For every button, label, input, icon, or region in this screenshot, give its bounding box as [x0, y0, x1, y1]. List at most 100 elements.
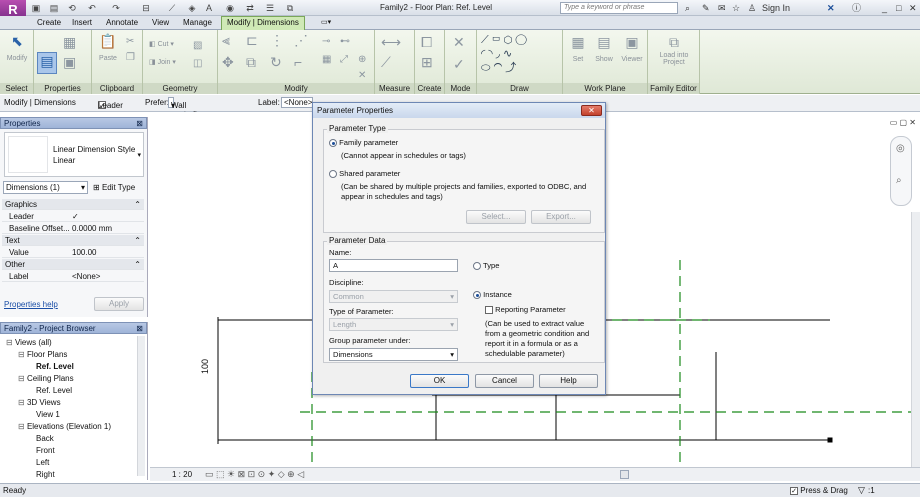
move-icon[interactable]: ✥	[222, 54, 234, 70]
copy-icon[interactable]: ❐	[126, 50, 135, 66]
collapse-icon[interactable]: ⊟	[18, 398, 27, 407]
type-radio[interactable]: Type	[473, 261, 499, 271]
text-icon[interactable]: A	[203, 2, 215, 14]
view-controls-icons[interactable]: ▭ ⬚ ☀ ⊠ ⊡ ⊙ ✦ ◇ ⊕ ◁	[205, 469, 304, 480]
filter-icon[interactable]: ▽	[858, 485, 865, 496]
3d-view-icon[interactable]: ◉	[224, 2, 236, 14]
split-face-icon[interactable]: ◫	[193, 56, 202, 72]
search-input[interactable]: Type a keyword or phrase	[560, 2, 678, 14]
favorites-icon[interactable]: ☆	[732, 2, 740, 14]
cancel-button[interactable]: Cancel	[475, 374, 534, 388]
tree-item[interactable]: Back	[36, 434, 54, 443]
property-value[interactable]: <None>	[72, 271, 100, 282]
export-button[interactable]: Export...	[531, 210, 591, 224]
exchange-icon[interactable]: ✕	[827, 2, 835, 14]
navigation-bar[interactable]: ◎ ⌕	[890, 136, 912, 206]
tab-annotate[interactable]: Annotate	[101, 17, 143, 30]
tab-create[interactable]: Create	[32, 17, 66, 30]
redo-icon[interactable]: ↷	[110, 2, 122, 14]
delete-icon[interactable]: ✕	[358, 68, 366, 84]
family-types-icon[interactable]: ▦	[63, 34, 76, 50]
tree-item[interactable]: Front	[36, 446, 55, 455]
type-selector[interactable]: Linear Dimension Style Linear ▾	[4, 132, 144, 177]
cut-geometry-button[interactable]: ◧ Cut ▾	[149, 40, 174, 48]
group-under-select[interactable]: Dimensions ▾	[329, 348, 458, 361]
array-icon[interactable]: ▦	[322, 52, 331, 68]
zoom-icon[interactable]: ⌕	[896, 175, 902, 186]
save-icon[interactable]: ▤	[48, 2, 60, 14]
name-input[interactable]: A	[329, 259, 458, 272]
property-value[interactable]: ✓	[72, 211, 79, 222]
load-into-project-button[interactable]: ⧉ Load into Project	[654, 34, 694, 66]
reporting-parameter-checkbox[interactable]: Reporting Parameter	[485, 305, 566, 315]
property-row[interactable]: Value 100.00	[2, 247, 144, 258]
apply-button[interactable]: Apply	[94, 297, 144, 311]
discipline-select[interactable]: Common ▾	[329, 290, 458, 303]
split-gap-icon[interactable]: ⊷	[340, 34, 350, 50]
sync-icon[interactable]: ⟲	[66, 2, 78, 14]
property-row[interactable]: Leader ✓	[2, 211, 144, 222]
view-window-controls[interactable]: ▭ ▢ ✕	[890, 118, 916, 127]
select-button[interactable]: Select...	[466, 210, 526, 224]
pin-icon[interactable]: ⊕	[358, 52, 366, 68]
undo-icon[interactable]: ↶	[86, 2, 98, 14]
section-icon[interactable]: ⇄	[244, 2, 256, 14]
shared-parameter-radio[interactable]: Shared parameter	[329, 169, 400, 179]
ellipse-icon[interactable]: ⬭ ◠ ⤴	[481, 60, 516, 76]
set-button[interactable]: ▦ Set	[567, 34, 589, 63]
collapse-icon[interactable]: ⊟	[18, 374, 27, 383]
create-similar-icon[interactable]: ⧠	[421, 34, 432, 50]
scale-label[interactable]: 1 : 20	[172, 470, 192, 479]
property-value[interactable]: 100.00	[72, 247, 96, 258]
tree-item[interactable]: View 1	[36, 410, 60, 419]
label-select[interactable]: <None>	[281, 97, 313, 108]
show-button[interactable]: ▤ Show	[593, 34, 615, 63]
binoculars-icon[interactable]: ⌕	[685, 2, 690, 14]
edit-type-button[interactable]: ⊞ Edit Type	[93, 183, 135, 192]
property-row[interactable]: Baseline Offset... 0.0000 mm	[2, 223, 144, 234]
trim-icon[interactable]: ⌐	[294, 54, 302, 70]
maximize-icon[interactable]: □	[896, 2, 901, 14]
collapse-icon[interactable]: ⌃	[134, 259, 141, 270]
steering-wheel-icon[interactable]: ◎	[896, 143, 905, 154]
cancel-mode-icon[interactable]: ✕	[453, 34, 465, 50]
dialog-close-button[interactable]: ✕	[581, 105, 602, 116]
split-icon[interactable]: ⊸	[322, 34, 330, 50]
paste-button[interactable]: 📋 Paste	[96, 33, 120, 62]
scale-icon[interactable]: ⤢	[340, 52, 348, 68]
tree-item[interactable]: ⊟ Ceiling Plans	[18, 374, 74, 383]
dimension-icon[interactable]: ⟋	[166, 2, 178, 14]
tree-item[interactable]: ⊟ 3D Views	[18, 398, 61, 407]
collapse-icon[interactable]: ⌃	[134, 199, 141, 210]
tab-insert[interactable]: Insert	[67, 17, 97, 30]
family-category-icon[interactable]: ▣	[63, 54, 76, 70]
tab-manage[interactable]: Manage	[178, 17, 217, 30]
finish-mode-icon[interactable]: ✓	[453, 56, 465, 72]
wall-joins-icon[interactable]: ▧	[193, 38, 202, 54]
ok-button[interactable]: OK	[410, 374, 469, 388]
help-button[interactable]: Help	[539, 374, 598, 388]
cut-icon[interactable]: ✂	[126, 34, 134, 50]
properties-button[interactable]: ▤	[37, 52, 57, 74]
switch-windows-icon[interactable]: ⧉	[284, 2, 296, 14]
family-parameter-radio[interactable]: Family parameter	[329, 138, 398, 148]
close-icon[interactable]: ✕	[909, 2, 917, 14]
property-row[interactable]: Label <None>	[2, 271, 144, 282]
collapse-icon[interactable]: ⊟	[18, 350, 27, 359]
mirror-axis-icon[interactable]: ⋮	[270, 32, 284, 48]
vertical-scrollbar[interactable]	[911, 212, 920, 467]
collapse-icon[interactable]: ⊟	[6, 338, 15, 347]
horizontal-scroll-thumb[interactable]	[620, 470, 629, 479]
tree-item[interactable]: ⊟ Floor Plans	[18, 350, 67, 359]
subscription-icon[interactable]: ✎	[702, 2, 710, 14]
prefer-select[interactable]: Wall centerlines ▾	[168, 97, 210, 119]
sign-in-label[interactable]: Sign In	[762, 2, 790, 14]
mirror-line-icon[interactable]: ⋰	[294, 32, 308, 48]
press-drag-toggle[interactable]: ✓ Press & Drag	[790, 486, 848, 495]
type-of-parameter-select[interactable]: Length ▾	[329, 318, 458, 331]
offset-icon[interactable]: ⊏	[246, 32, 258, 48]
create-group-icon[interactable]: ⊞	[421, 54, 433, 70]
tree-item[interactable]: ⊟ Views (all)	[6, 338, 52, 347]
tag-icon[interactable]: ◈	[186, 2, 198, 14]
rotate-icon[interactable]: ↻	[270, 54, 282, 70]
